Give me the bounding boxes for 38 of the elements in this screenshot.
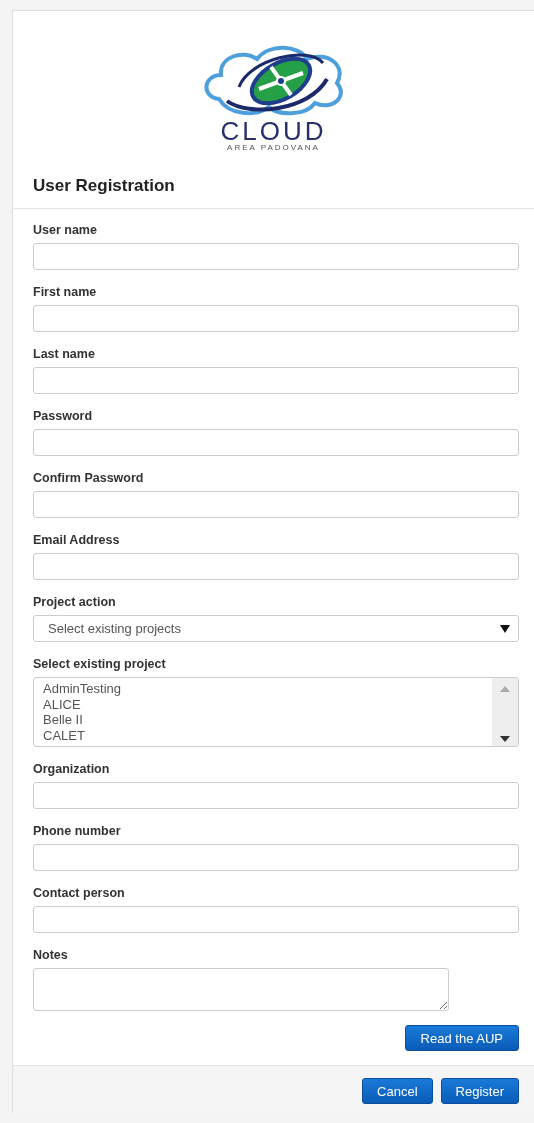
project-listbox[interactable]: AdminTesting ALICE Belle II CALET — [33, 677, 519, 747]
input-field[interactable] — [33, 906, 519, 933]
scroll-down-icon[interactable] — [500, 736, 510, 742]
read-aup-button[interactable]: Read the AUP — [404, 1025, 519, 1051]
field-label: Email Address — [33, 533, 121, 547]
scrollbar[interactable] — [492, 678, 518, 746]
footer-button[interactable]: Register — [440, 1078, 519, 1104]
field-label: User name — [33, 223, 98, 237]
field-label: Notes — [33, 948, 69, 962]
field-label: Confirm Password — [33, 471, 145, 485]
logo-wordmark: CLOUD — [220, 119, 327, 143]
footer-button[interactable]: Cancel — [362, 1078, 433, 1104]
input-field[interactable] — [33, 491, 519, 518]
list-option[interactable]: AdminTesting — [43, 681, 483, 697]
notes-field[interactable] — [33, 968, 449, 1011]
field-label: Organization — [33, 762, 111, 776]
input-field[interactable] — [33, 429, 519, 456]
list-option[interactable]: CALET — [43, 727, 483, 743]
field-label: Project action — [33, 595, 117, 609]
scroll-up-icon[interactable] — [500, 686, 510, 692]
field-label: Last name — [33, 347, 96, 361]
input-field[interactable] — [33, 782, 519, 809]
input-field[interactable] — [33, 367, 519, 394]
input-field[interactable] — [33, 844, 519, 871]
field-label: Contact person — [33, 886, 126, 900]
field-label: Password — [33, 409, 94, 423]
dropdown[interactable]: Select existing projects — [33, 615, 519, 642]
field-label: Select existing project — [33, 657, 167, 671]
logo-subtitle: AREA PADOVANA — [227, 143, 320, 152]
input-field[interactable] — [33, 243, 519, 270]
list-option[interactable]: Belle II — [43, 712, 483, 728]
field-label: Phone number — [33, 824, 122, 838]
input-field[interactable] — [33, 553, 519, 580]
field-label: First name — [33, 285, 98, 299]
list-option[interactable]: ALICE — [43, 696, 483, 712]
input-field[interactable] — [33, 305, 519, 332]
caret-icon — [500, 624, 510, 633]
form-title: User Registration — [13, 176, 534, 209]
